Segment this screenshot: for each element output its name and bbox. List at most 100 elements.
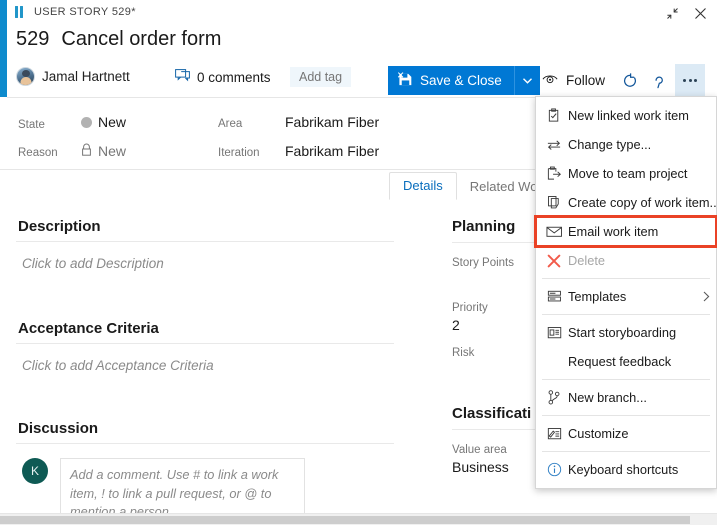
field-area-value: Fabrikam Fiber [285,114,380,130]
assigned-to[interactable]: Jamal Hartnett [16,67,130,86]
save-close-button[interactable]: Save & Close [388,66,515,95]
field-state-value: New [98,114,127,130]
follow-label: Follow [566,73,606,88]
menu-label: Create copy of work item... [568,195,717,210]
acceptance-placeholder[interactable]: Click to add Acceptance Criteria [0,344,410,373]
close-icon[interactable] [687,2,713,24]
work-item-typeline: USER STORY 529* [15,4,136,20]
save-close-label: Save & Close [420,73,502,88]
comment-icon [175,68,191,86]
menu-item-keyboard-shortcuts[interactable]: Keyboard shortcuts [536,455,716,484]
email-icon [540,222,568,242]
undo-icon[interactable] [645,64,675,97]
left-column: Description Click to add Description Acc… [0,200,430,525]
description-placeholder[interactable]: Click to add Description [0,242,410,271]
acceptance-heading: Acceptance Criteria [18,320,159,337]
move-icon [540,164,568,184]
menu-separator [542,379,710,380]
discussion-heading: Discussion [18,420,99,437]
page-title: 529 Cancel order form [16,28,221,51]
menu-separator [542,451,710,452]
templates-icon [540,287,568,307]
field-iteration-value: Fabrikam Fiber [285,143,380,159]
menu-label: Templates [568,289,627,304]
ellipsis-glyph [683,79,698,82]
delete-icon [540,251,568,271]
save-and-close-button-group: Save & Close [388,66,540,95]
menu-separator [542,415,710,416]
menu-label: Customize [568,426,629,441]
work-item-dialog: USER STORY 529* 529 Cancel order form Ja… [0,0,717,525]
chevron-down-icon[interactable] [515,66,540,95]
field-reason-label: Reason [18,147,58,159]
comments-link[interactable]: 0 comments [175,68,271,86]
field-reason: Reason New [18,143,126,159]
menu-item-start-storyboarding[interactable]: Start storyboarding [536,318,716,347]
menu-item-move-to-team-project[interactable]: Move to team project [536,159,716,188]
more-actions-menu: New linked work item Change type... Move… [534,96,717,489]
menu-label: Start storyboarding [568,325,677,340]
save-icon [397,71,413,90]
no-icon [540,352,568,372]
branch-icon [540,388,568,408]
menu-item-new-branch[interactable]: New branch... [536,383,716,412]
menu-label: Email work item [568,224,659,239]
eye-icon [542,73,559,88]
comments-count-label: 0 comments [197,69,271,85]
menu-label: New branch... [568,390,647,405]
section-description: Description Click to add Description [0,218,410,271]
menu-separator [542,314,710,315]
menu-item-delete: Delete [536,246,716,275]
customize-icon [540,424,568,444]
field-state-value-wrap: New [81,114,126,130]
more-actions-icon[interactable] [675,64,706,97]
chevron-right-icon [696,291,716,302]
field-state[interactable]: State New [18,114,126,131]
change-type-icon [540,135,568,155]
menu-separator [542,278,710,279]
restore-down-icon[interactable] [659,2,685,24]
menu-label: Move to team project [568,166,688,181]
description-heading: Description [18,218,101,235]
add-tag-button[interactable]: Add tag [290,67,352,87]
field-iteration-label: Iteration [218,147,260,159]
menu-label: New linked work item [568,108,689,123]
menu-item-change-type[interactable]: Change type... [536,130,716,159]
window-controls [659,2,713,24]
menu-item-new-linked-work-item[interactable]: New linked work item [536,101,716,130]
field-reason-value-wrap: New [81,143,126,159]
copy-icon [540,193,568,213]
tab-details[interactable]: Details [389,172,457,200]
right-toolbar: Follow [538,64,706,97]
field-area[interactable]: Area Fabrikam Fiber [218,114,379,130]
menu-item-request-feedback[interactable]: Request feedback [536,347,716,376]
section-acceptance-criteria: Acceptance Criteria Click to add Accepta… [0,320,410,373]
menu-item-customize[interactable]: Customize [536,419,716,448]
storyboard-icon [540,323,568,343]
field-state-label: State [18,118,45,131]
assigned-to-label: Jamal Hartnett [42,69,130,84]
work-item-title[interactable]: Cancel order form [61,28,221,51]
menu-item-create-copy[interactable]: Create copy of work item... [536,188,717,217]
menu-item-templates[interactable]: Templates [536,282,716,311]
work-item-toolbar: Jamal Hartnett 0 comments Add tag Save &… [0,62,717,99]
work-item-type-label: USER STORY 529* [34,6,136,18]
work-item-icon [15,6,28,18]
lock-icon [81,143,92,159]
linked-work-item-icon [540,106,568,126]
horizontal-scrollbar[interactable] [0,514,717,525]
menu-label: Change type... [568,137,652,152]
state-dot-icon [81,116,92,128]
scrollbar-thumb[interactable] [0,516,690,524]
comment-avatar: K [22,458,48,484]
info-icon [540,460,568,480]
avatar [16,67,35,86]
field-iteration[interactable]: Iteration Fabrikam Fiber [218,143,379,159]
field-area-label: Area [218,118,243,130]
section-discussion: Discussion K Add a comment. Use # to lin… [0,420,410,525]
menu-label: Delete [568,253,605,268]
refresh-icon[interactable] [615,64,645,97]
menu-label: Keyboard shortcuts [568,462,679,477]
menu-item-email-work-item[interactable]: Email work item [534,215,717,248]
follow-button[interactable]: Follow [538,64,615,97]
